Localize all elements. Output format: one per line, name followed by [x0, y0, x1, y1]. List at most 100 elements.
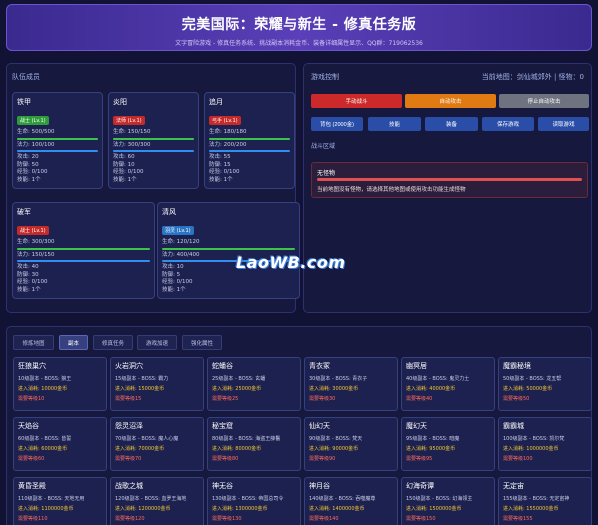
member-card[interactable]: 追月 弓手 (Lv.1) 生命: 180/180 法力: 200/200 攻击:…	[204, 92, 295, 189]
attack-text: 攻击: 55	[209, 154, 231, 160]
class-badge: 战士 (Lv.1)	[17, 226, 49, 235]
dungeon-name: 天焰谷	[18, 422, 39, 430]
defense-text: 防御: 5	[162, 271, 181, 278]
exp-text: 经验: 0/100	[209, 169, 240, 175]
dungeon-card[interactable]: 蛇蟠谷 25级副本 - BOSS: 玄蟠 进入消耗: 25000金币 需要等级25	[207, 357, 301, 411]
dungeon-card[interactable]: 魔霸秘境 50级副本 - BOSS: 龙五帮 进入消耗: 50000金币 需要等级50	[498, 357, 592, 411]
app-subtitle: 文字冒险游戏 - 修真任务系统、挑战副本消耗金币、装备详细属性显示、QQ群：71…	[175, 40, 423, 47]
dungeon-info: 95级副本 - BOSS: 暗魔	[406, 436, 460, 442]
battle-area-label: 战斗区域	[311, 143, 336, 150]
dungeon-info: 130级副本 - BOSS: 帝国总司令	[212, 496, 284, 502]
mp-bar	[17, 260, 150, 262]
dungeon-info: 155级副本 - BOSS: 无定宙神	[503, 496, 570, 502]
dungeon-card[interactable]: 狂狼巢穴 10级副本 - BOSS: 狼王 进入消耗: 10000金币 需要等级10	[13, 357, 107, 411]
skill-text: 技能: 1个	[17, 176, 41, 183]
dungeon-info: 15级副本 - BOSS: 霸力	[115, 376, 169, 382]
dungeon-name: 黄昏圣殿	[18, 482, 46, 490]
hp-text: 生命: 180/180	[209, 129, 247, 135]
member-card[interactable]: 铁甲 战士 (Lv.1) 生命: 500/500 法力: 100/100 攻击:…	[12, 92, 103, 189]
hp-text: 生命: 120/120	[162, 239, 200, 245]
dungeon-card[interactable]: 神无谷 130级副本 - BOSS: 帝国总司令 进入消耗: 1300000金币 需要…	[207, 477, 301, 525]
manual-attack-button[interactable]: 手动战斗	[311, 94, 402, 108]
exp-text: 经验: 0/100	[17, 169, 48, 175]
exp-text: 经验: 0/100	[113, 169, 144, 175]
dungeon-card[interactable]: 天焰谷 60级副本 - BOSS: 皆誓 进入消耗: 60000金币 需要等级60	[13, 417, 107, 471]
member-name: 追月	[209, 98, 223, 106]
dungeon-card[interactable]: 战歌之城 120级副本 - BOSS: 血罗王海地 进入消耗: 1200000金币需…	[110, 477, 204, 525]
dungeon-cost: 进入消耗: 50000金币	[503, 386, 553, 392]
dungeon-card[interactable]: 秘宝窟 80级副本 - BOSS: 海盗王薛鬣 进入消耗: 80000金币 需要等级8…	[207, 417, 301, 471]
tab-game-speed[interactable]: 游戏加速	[137, 335, 177, 350]
hp-bar	[17, 137, 98, 140]
dungeon-level-req: 需要等级155	[503, 516, 533, 522]
dungeon-card[interactable]: 幽冥居 40级副本 - BOSS: 鬼灵力士 进入消耗: 40000金币 需要等级40	[401, 357, 495, 411]
dungeon-card[interactable]: 霸霸城 100级副本 - BOSS: 凯尔梵 进入消耗: 1000000金币 需要等级…	[498, 417, 592, 471]
dungeon-level-req: 需要等级130	[212, 516, 242, 522]
dungeon-name: 战歌之城	[115, 482, 143, 490]
dungeon-name: 怨灵沼泽	[115, 422, 143, 430]
stop-auto-attack-button[interactable]: 停止自动攻击	[499, 94, 589, 108]
member-card[interactable]: 炎阳 法师 (Lv.1) 生命: 150/150 法力: 300/300 攻击:…	[108, 92, 199, 189]
dungeon-cost: 进入消耗: 80000金币	[212, 446, 262, 452]
class-badge: 弓手 (Lv.1)	[209, 116, 241, 125]
dungeon-card[interactable]: 黄昏圣殿 110级副本 - BOSS: 天地无用 进入消耗: 1100000金币 需要…	[13, 477, 107, 525]
hp-text: 生命: 300/300	[17, 239, 55, 245]
dungeon-card[interactable]: 青衣冢 30级副本 - BOSS: 青衣子 进入消耗: 30000金币 需要等级30	[304, 357, 398, 411]
dungeon-card[interactable]: 魔幻天 95级副本 - BOSS: 暗魔 进入消耗: 95000金币 需要等级95	[401, 417, 495, 471]
skill-text: 技能: 1个	[113, 176, 137, 183]
dungeon-card[interactable]: 仙幻天 90级副本 - BOSS: 梵天 进入消耗: 90000金币 需要等级90	[304, 417, 398, 471]
dungeon-cost: 进入消耗: 1500000金币	[406, 506, 462, 512]
dungeon-level-req: 需要等级95	[406, 456, 433, 462]
dungeon-name: 仙幻天	[309, 422, 330, 430]
bag-button[interactable]: 背包 (2000金)	[311, 117, 363, 131]
tab-enhance[interactable]: 强化属性	[182, 335, 222, 350]
dungeon-level-req: 需要等级100	[503, 456, 533, 462]
dungeon-name: 火岩洞穴	[115, 362, 143, 370]
dungeon-card[interactable]: 怨灵沼泽 70级副本 - BOSS: 魔人心魔 进入消耗: 70000金币 需要等级7…	[110, 417, 204, 471]
dungeon-info: 90级副本 - BOSS: 梵天	[309, 436, 363, 442]
member-name: 铁甲	[17, 98, 31, 106]
location-status: 当前地图：剑仙城郊外 | 怪物：0	[481, 73, 584, 81]
equip-button[interactable]: 装备	[425, 117, 478, 131]
dungeon-cost: 进入消耗: 60000金币	[18, 446, 68, 452]
dungeon-card[interactable]: 幻海奇谭 150级副本 - BOSS: 幻海领主 进入消耗: 1500000金币 需要…	[401, 477, 495, 525]
skill-button[interactable]: 技能	[368, 117, 421, 131]
mp-text: 法力: 100/100	[17, 141, 55, 148]
dungeon-cost: 进入消耗: 70000金币	[115, 446, 165, 452]
dungeon-level-req: 需要等级10	[18, 396, 45, 402]
class-badge: 羽灵 (Lv.1)	[162, 226, 194, 235]
dungeon-cost: 进入消耗: 1400000金币	[309, 506, 365, 512]
dungeon-level-req: 需要等级50	[503, 396, 530, 402]
save-game-button[interactable]: 保存游戏	[482, 117, 534, 131]
exp-text: 经验: 0/100	[162, 279, 193, 285]
hp-text: 生命: 500/500	[17, 129, 55, 135]
member-card[interactable]: 清风 羽灵 (Lv.1) 生命: 120/120 法力: 400/400 攻击:…	[157, 202, 300, 299]
team-panel-title: 队伍成员	[12, 73, 40, 81]
dungeon-info: 30级副本 - BOSS: 青衣子	[309, 376, 368, 382]
dungeon-name: 青衣冢	[309, 362, 330, 370]
monster-hp-bar	[317, 178, 582, 181]
hp-bar	[17, 247, 150, 250]
dungeon-card[interactable]: 火岩洞穴 15级副本 - BOSS: 霸力 进入消耗: 15000金币 需要等级15	[110, 357, 204, 411]
watermark-logo: LaoWB.com	[236, 253, 346, 272]
mp-text: 法力: 200/200	[209, 141, 247, 148]
member-card[interactable]: 破军 战士 (Lv.1) 生命: 300/300 法力: 150/150 攻击:…	[12, 202, 155, 299]
dungeon-cost: 进入消耗: 30000金币	[309, 386, 359, 392]
member-name: 破军	[17, 208, 31, 216]
attack-text: 攻击: 60	[113, 154, 135, 160]
member-name: 清风	[162, 208, 176, 216]
dungeon-info: 80级副本 - BOSS: 海盗王薛鬣	[212, 436, 281, 442]
dungeon-card[interactable]: 神月谷 140级副本 - BOSS: 吞噬魔尊 进入消耗: 1400000金币 需要等…	[304, 477, 398, 525]
dungeon-name: 神月谷	[309, 482, 330, 490]
auto-attack-button[interactable]: 自动攻击	[405, 94, 496, 108]
defense-text: 防御: 50	[17, 161, 39, 168]
tab-dungeons[interactable]: 副本	[59, 335, 88, 350]
dungeon-info: 110级副本 - BOSS: 天地无用	[18, 496, 85, 502]
mp-text: 法力: 300/300	[113, 141, 151, 148]
tab-training-maps[interactable]: 修炼地图	[13, 335, 54, 350]
defense-text: 防御: 15	[209, 161, 231, 168]
dungeon-card[interactable]: 无定宙 155级副本 - BOSS: 无定宙神 进入消耗: 1550000金币 需要等…	[498, 477, 592, 525]
tab-cultivation-quests[interactable]: 修真任务	[93, 335, 133, 350]
load-game-button[interactable]: 读取游戏	[538, 117, 589, 131]
dungeon-level-req: 需要等级25	[212, 396, 239, 402]
